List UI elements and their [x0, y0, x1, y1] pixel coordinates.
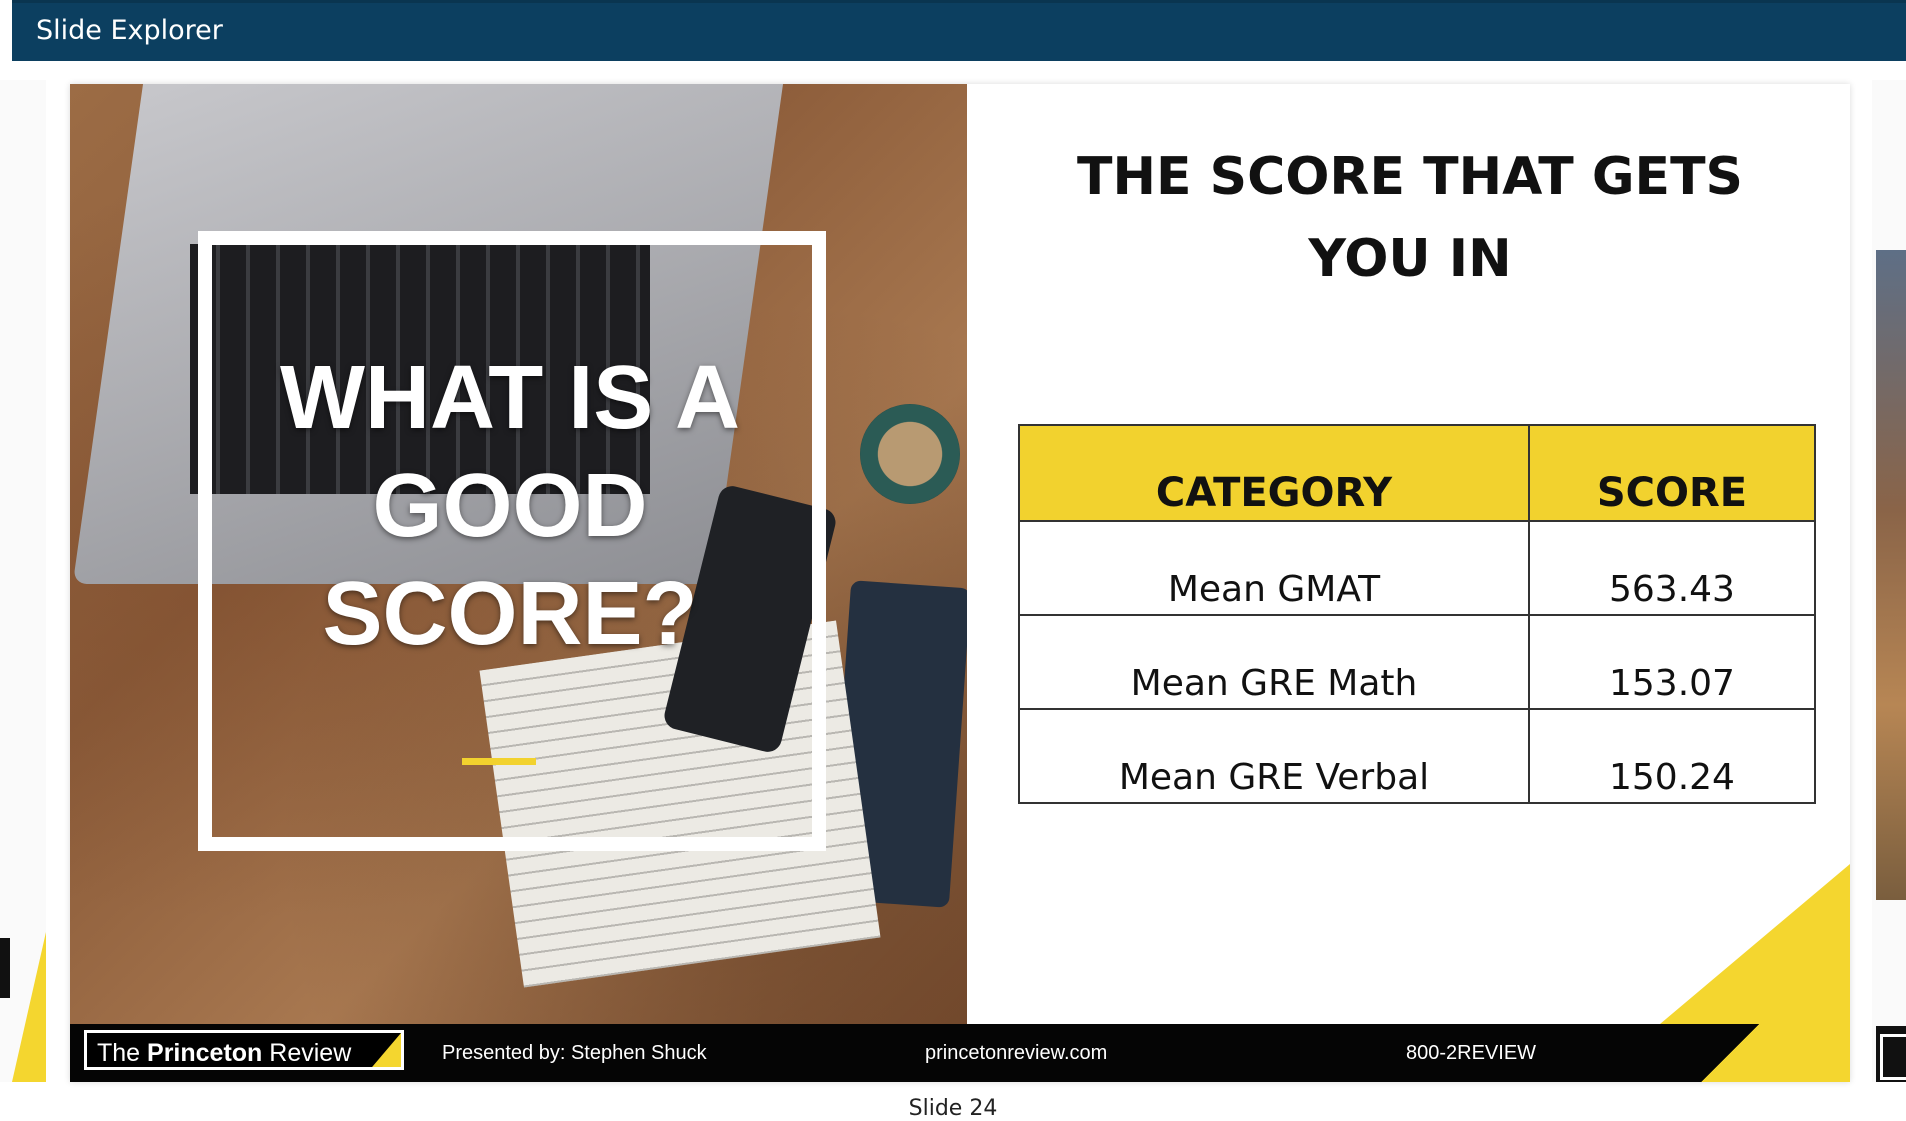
footer-presenter: Presented by: Stephen Shuck	[442, 1042, 707, 1064]
footer-accent-triangle	[1660, 1024, 1850, 1082]
table-row: Mean GRE Math 153.07	[1018, 614, 1817, 710]
row-category: Mean GRE Verbal	[1018, 708, 1530, 804]
logo-bold: Princeton	[147, 1039, 263, 1067]
previous-slide-thumbnail[interactable]	[0, 80, 46, 1082]
previous-slide-accent-triangle	[12, 932, 46, 1082]
slide-title: THE SCORE THAT GETS YOU IN	[1077, 147, 1743, 289]
corner-accent-triangle	[1660, 864, 1850, 1024]
row-category: Mean GRE Math	[1018, 614, 1530, 710]
table-row: Mean GMAT 563.43	[1018, 520, 1817, 616]
princeton-review-logo: The Princeton Review	[84, 1030, 404, 1070]
logo-accent	[367, 1033, 401, 1067]
row-score: 150.24	[1527, 708, 1817, 804]
footer-phone: 800-2REVIEW	[1406, 1042, 1537, 1064]
row-category: Mean GMAT	[1018, 520, 1530, 616]
window-title: Slide Explorer	[36, 15, 223, 46]
footer-website: princetonreview.com	[925, 1042, 1108, 1064]
next-slide-logo-mark	[1880, 1034, 1906, 1080]
slide-footer: The Princeton Review Presented by: Steph…	[70, 1024, 1850, 1082]
score-table: CATEGORY SCORE Mean GMAT 563.43 Mean GRE…	[1018, 424, 1817, 804]
next-slide-photo	[1876, 250, 1906, 900]
question-heading: WHAT IS A GOOD SCORE?	[280, 348, 740, 664]
accent-rule	[462, 758, 536, 765]
table-row: Mean GRE Verbal 150.24	[1018, 708, 1817, 804]
logo-suffix: Review	[262, 1039, 352, 1067]
previous-slide-footer-mark	[0, 938, 10, 998]
header-score: SCORE	[1527, 424, 1817, 522]
header-category: CATEGORY	[1018, 424, 1530, 522]
logo-prefix: The	[97, 1039, 148, 1067]
next-slide-footer	[1876, 1026, 1906, 1082]
coffee-cup-image	[860, 404, 960, 504]
slide-number-caption: Slide 24	[908, 1096, 998, 1121]
current-slide[interactable]: WHAT IS A GOOD SCORE? THE SCORE THAT GET…	[70, 84, 1850, 1082]
desk-photo: WHAT IS A GOOD SCORE?	[70, 84, 967, 1024]
table-header-row: CATEGORY SCORE	[1018, 424, 1817, 522]
row-score: 563.43	[1527, 520, 1817, 616]
next-slide-thumbnail[interactable]	[1872, 80, 1906, 1082]
row-score: 153.07	[1527, 614, 1817, 710]
slide-explorer-titlebar: Slide Explorer	[12, 0, 1906, 61]
